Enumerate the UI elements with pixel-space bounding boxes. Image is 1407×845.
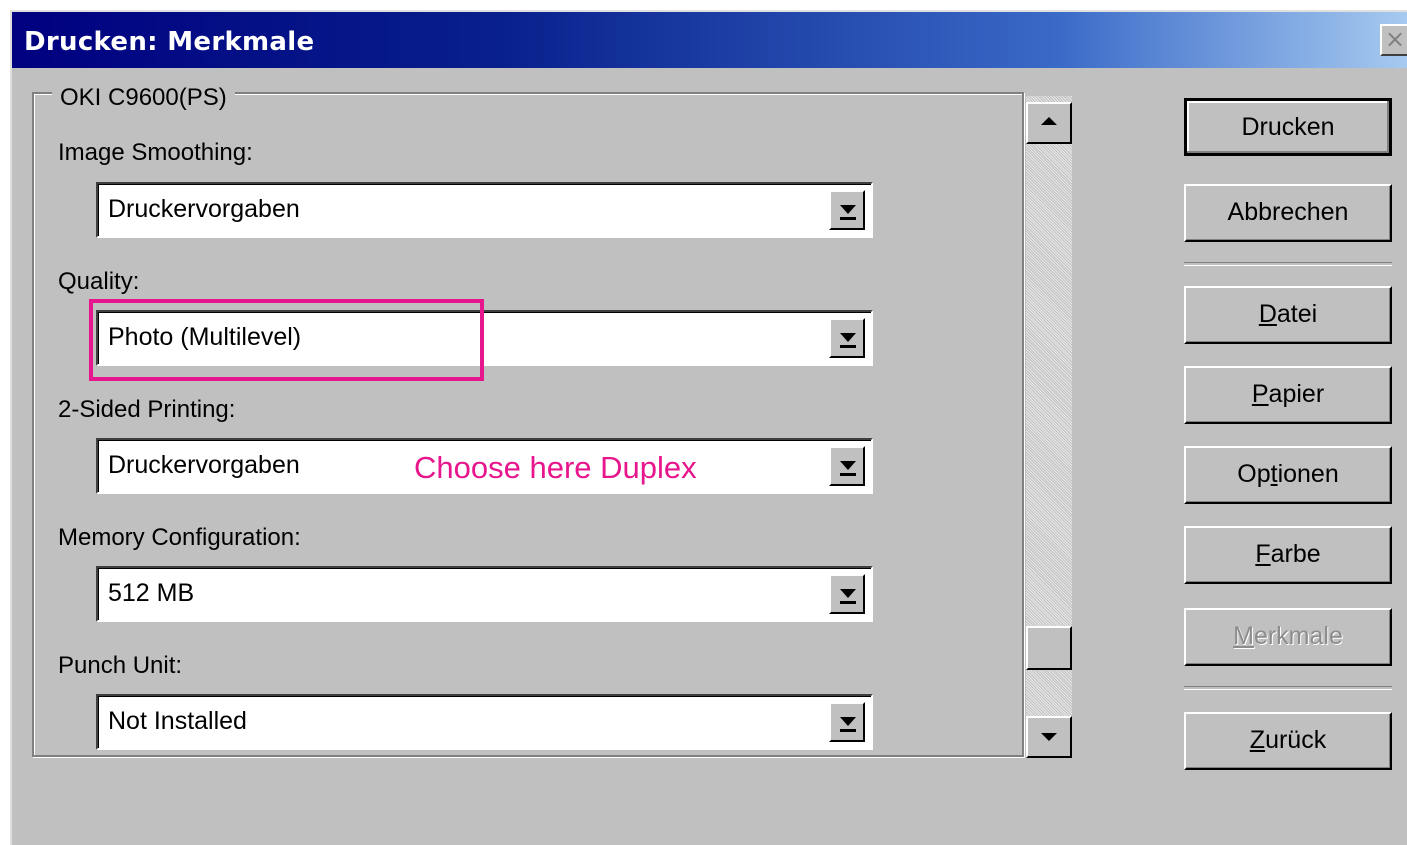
color-button[interactable]: Farbe	[1184, 526, 1392, 584]
memory-configuration-select[interactable]: 512 MB	[96, 566, 873, 622]
chevron-down-icon[interactable]	[829, 702, 865, 742]
image-smoothing-label: Image Smoothing:	[58, 139, 253, 166]
scroll-up-icon[interactable]	[1026, 102, 1072, 144]
paper-label: apier	[1268, 380, 1325, 408]
options-mnemonic: t	[1270, 460, 1278, 488]
chevron-down-icon[interactable]	[829, 318, 865, 358]
quality-highlight-box	[89, 299, 484, 381]
color-mnemonic: F	[1255, 540, 1271, 568]
file-mnemonic: D	[1258, 300, 1277, 328]
paper-button[interactable]: Papier	[1184, 366, 1392, 424]
image-smoothing-value: Druckervorgaben	[108, 195, 300, 223]
options-label-start: Op	[1237, 460, 1271, 488]
features-button: Merkmale	[1184, 608, 1392, 666]
chevron-down-icon[interactable]	[829, 190, 865, 230]
button-separator	[1184, 686, 1392, 690]
two-sided-printing-label: 2-Sided Printing:	[58, 396, 236, 423]
scroll-thumb[interactable]	[1026, 626, 1072, 670]
options-label-end: ionen	[1277, 460, 1339, 488]
features-mnemonic: M	[1233, 622, 1254, 650]
button-separator	[1184, 262, 1392, 266]
chevron-down-icon[interactable]	[829, 446, 865, 486]
punch-unit-label: Punch Unit:	[58, 652, 183, 679]
image-smoothing-select[interactable]: Druckervorgaben	[96, 182, 873, 238]
color-label: arbe	[1270, 540, 1321, 568]
duplex-annotation: Choose here Duplex	[414, 450, 697, 485]
cancel-button[interactable]: Abbrechen	[1184, 184, 1392, 242]
memory-configuration-value: 512 MB	[108, 579, 195, 607]
punch-unit-select[interactable]: Not Installed	[96, 694, 873, 750]
paper-mnemonic: P	[1251, 380, 1269, 408]
memory-configuration-label: Memory Configuration:	[58, 524, 301, 551]
features-label: erkmale	[1253, 622, 1343, 650]
file-button[interactable]: Datei	[1184, 286, 1392, 344]
print-button[interactable]: Drucken	[1184, 98, 1392, 156]
back-label: urück	[1265, 726, 1327, 754]
options-button[interactable]: Optionen	[1184, 446, 1392, 504]
file-label: atei	[1276, 300, 1318, 328]
window-title: Drucken: Merkmale	[24, 27, 315, 57]
quality-label: Quality:	[58, 268, 140, 295]
vertical-scrollbar[interactable]	[1026, 96, 1072, 758]
title-bar[interactable]: Drucken: Merkmale ×	[12, 12, 1407, 68]
two-sided-printing-value: Druckervorgaben	[108, 451, 300, 479]
punch-unit-value: Not Installed	[108, 707, 247, 735]
back-mnemonic: Z	[1249, 726, 1266, 754]
close-icon[interactable]: ×	[1380, 24, 1407, 56]
chevron-down-icon[interactable]	[829, 574, 865, 614]
scroll-down-icon[interactable]	[1026, 716, 1072, 758]
group-legend: OKI C9600(PS)	[52, 84, 235, 112]
back-button[interactable]: Zurück	[1184, 712, 1392, 770]
